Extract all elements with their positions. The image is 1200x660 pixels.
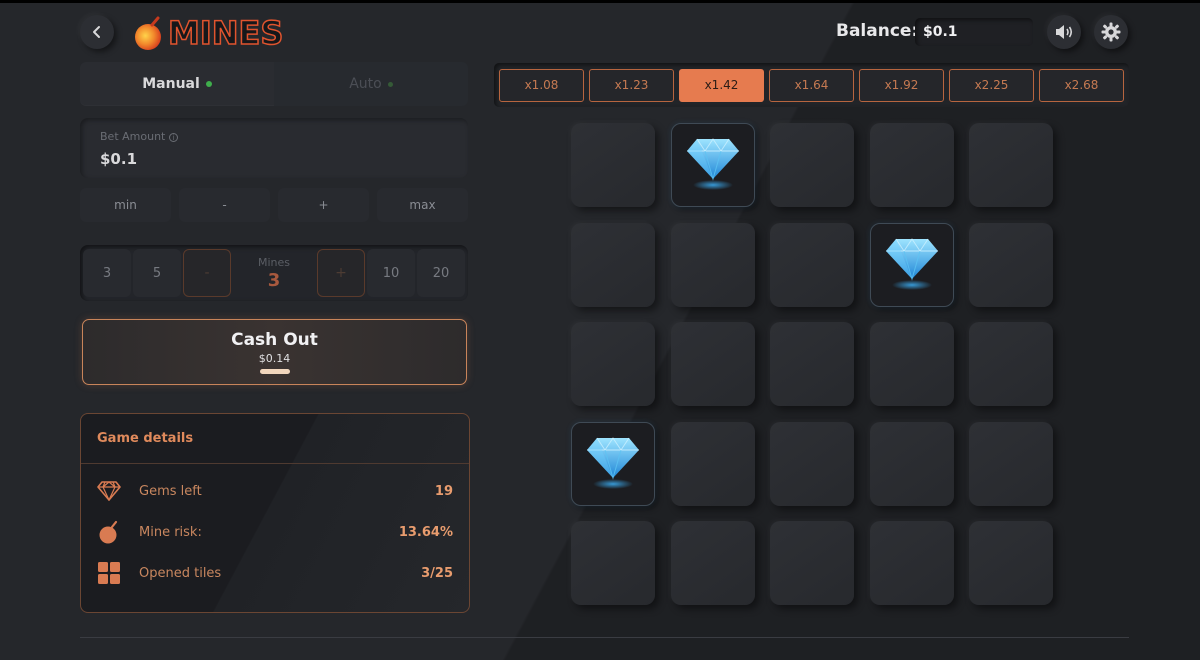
bomb-logo-icon: [134, 16, 164, 50]
diamond-icon: [97, 479, 121, 503]
tile-hidden[interactable]: [571, 322, 655, 406]
sound-button[interactable]: [1047, 15, 1081, 49]
game-details-title: Game details: [81, 414, 469, 464]
tile-hidden[interactable]: [571, 521, 655, 605]
bet-decrease-button[interactable]: -: [179, 188, 270, 222]
tab-auto-label: Auto: [349, 76, 382, 92]
mines-selector: 3 5 - Mines 3 + 10 20: [80, 245, 468, 301]
mines-decrement-button[interactable]: -: [183, 249, 231, 297]
tab-auto[interactable]: Auto: [274, 62, 468, 106]
tile-hidden[interactable]: [571, 223, 655, 307]
top-border: [0, 0, 1200, 3]
tab-manual[interactable]: Manual: [80, 62, 274, 106]
tile-hidden[interactable]: [770, 422, 854, 506]
multiplier-step: x1.64: [769, 68, 854, 102]
gem-icon: [685, 133, 741, 197]
mines-count-value: 3: [267, 269, 281, 291]
tile-hidden[interactable]: [969, 123, 1053, 207]
info-icon: i: [168, 132, 178, 142]
tile-hidden[interactable]: [770, 521, 854, 605]
tile-hidden[interactable]: [770, 123, 854, 207]
detail-row-gems-left: Gems left 19: [97, 479, 453, 503]
tile-hidden[interactable]: [671, 223, 755, 307]
logo-text: MINES: [167, 13, 284, 53]
back-button[interactable]: [80, 15, 114, 49]
tile-hidden[interactable]: [969, 223, 1053, 307]
multiplier-step: x1.23: [589, 68, 674, 102]
bet-amount-label: Bet Amount i: [100, 130, 178, 143]
tile-hidden[interactable]: [870, 322, 954, 406]
speaker-icon: [1056, 25, 1073, 39]
tile-hidden[interactable]: [969, 422, 1053, 506]
active-indicator-dot: [205, 81, 212, 87]
gems-left-value: 19: [434, 483, 453, 499]
tile-hidden[interactable]: [671, 422, 755, 506]
tiles-icon: [97, 561, 121, 585]
mine-risk-value: 13.64%: [398, 524, 453, 540]
mines-count-display: Mines 3: [233, 249, 315, 297]
tile-hidden[interactable]: [969, 521, 1053, 605]
gems-left-label: Gems left: [139, 483, 202, 499]
mines-preset-20[interactable]: 20: [417, 249, 465, 297]
tile-hidden[interactable]: [870, 123, 954, 207]
bet-amount-value: $0.1: [100, 150, 138, 168]
chevron-left-icon: [93, 26, 100, 38]
tab-manual-label: Manual: [142, 76, 200, 92]
gear-icon: [1101, 22, 1121, 42]
mines-count-label: Mines: [257, 255, 291, 269]
cash-out-title: Cash Out: [231, 330, 318, 350]
cash-out-amount: $0.14: [258, 352, 291, 365]
tile-hidden[interactable]: [571, 123, 655, 207]
tile-revealed-gem: [870, 223, 954, 307]
mode-tabs: Manual Auto: [80, 62, 468, 106]
bet-min-button[interactable]: min: [80, 188, 171, 222]
tile-hidden[interactable]: [770, 223, 854, 307]
multiplier-step-current: x1.42: [679, 68, 764, 102]
opened-tiles-value: 3/25: [421, 565, 453, 581]
mines-preset-5[interactable]: 5: [133, 249, 181, 297]
mine-risk-label: Mine risk:: [139, 524, 202, 540]
bet-adjust-row: min - + max: [80, 188, 468, 222]
multiplier-step: x2.68: [1039, 68, 1124, 102]
gem-icon: [585, 432, 641, 496]
bomb-icon: [97, 520, 121, 544]
cash-out-button[interactable]: Cash Out $0.14: [82, 319, 467, 385]
gem-icon: [884, 233, 940, 297]
tile-hidden[interactable]: [969, 322, 1053, 406]
mines-increment-button[interactable]: +: [317, 249, 365, 297]
opened-tiles-label: Opened tiles: [139, 565, 222, 581]
multiplier-step: x1.92: [859, 68, 944, 102]
balance-value: $0.1: [915, 18, 1033, 46]
tile-hidden[interactable]: [870, 422, 954, 506]
multiplier-step: x2.25: [949, 68, 1034, 102]
game-logo: MINES: [134, 13, 284, 53]
mines-preset-10[interactable]: 10: [367, 249, 415, 297]
tile-hidden[interactable]: [671, 322, 755, 406]
mines-preset-3[interactable]: 3: [83, 249, 131, 297]
tile-hidden[interactable]: [770, 322, 854, 406]
inactive-indicator-dot: [387, 81, 393, 87]
bottom-divider: [80, 637, 1129, 638]
detail-row-mine-risk: Mine risk: 13.64%: [97, 520, 453, 544]
multiplier-step: x1.08: [499, 68, 584, 102]
game-details-panel: Game details Gems left 19 Mine risk: 13.…: [80, 413, 470, 613]
bet-amount-field[interactable]: Bet Amount i $0.1: [80, 118, 468, 178]
detail-row-opened-tiles: Opened tiles 3/25: [97, 561, 453, 585]
tile-revealed-gem: [571, 422, 655, 506]
tile-hidden[interactable]: [870, 521, 954, 605]
tile-revealed-gem: [671, 123, 755, 207]
tile-hidden[interactable]: [671, 521, 755, 605]
bet-max-button[interactable]: max: [377, 188, 468, 222]
settings-button[interactable]: [1094, 15, 1128, 49]
multiplier-bar: x1.08 x1.23 x1.42 x1.64 x1.92 x2.25 x2.6…: [494, 63, 1129, 107]
mines-board: [570, 122, 1055, 607]
bet-increase-button[interactable]: +: [278, 188, 369, 222]
balance-label: Balance:: [836, 21, 919, 41]
cash-out-indicator-bar: [259, 369, 290, 374]
